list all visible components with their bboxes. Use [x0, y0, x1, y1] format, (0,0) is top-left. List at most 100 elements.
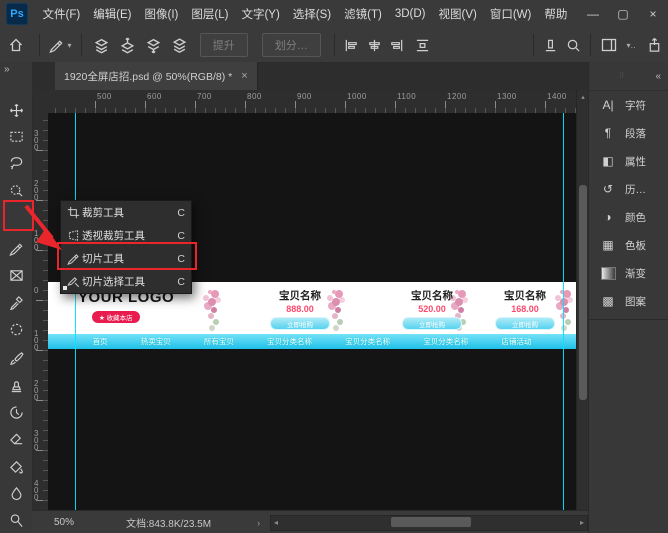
menu-window[interactable]: 窗口(W) — [483, 6, 538, 22]
promote-button[interactable]: 提升 — [200, 33, 248, 57]
photoshop-window: Ps 文件(F) 编辑(E) 图像(I) 图层(L) 文字(Y) 选择(S) 滤… — [0, 0, 668, 533]
bring-forward-icon[interactable] — [114, 34, 140, 56]
paint-bucket-tool[interactable] — [4, 454, 28, 478]
ruler-tick-label: 800 — [247, 92, 262, 101]
ruler-tick-label: 1400 — [547, 92, 567, 101]
move-tool[interactable] — [4, 98, 28, 122]
tool-preset-caret[interactable]: ▾ — [67, 41, 71, 50]
panel-tab-swatches[interactable]: ▦ 色板 — [589, 231, 668, 259]
horizontal-scroll-thumb[interactable] — [391, 517, 471, 527]
menu-item-slice-select-tool[interactable]: 切片选择工具 C — [61, 270, 191, 293]
object-selection-tool[interactable] — [4, 178, 28, 202]
product-card: 宝贝名称 520.00 立即抢购 — [387, 288, 477, 330]
lasso-tool[interactable] — [4, 150, 28, 174]
hide-auto-slices-icon[interactable] — [540, 34, 562, 56]
minimize-button[interactable]: — — [578, 2, 608, 26]
divide-button[interactable]: 划分… — [262, 33, 321, 57]
healing-brush-tool[interactable] — [4, 317, 28, 341]
align-right-icon[interactable] — [385, 34, 407, 56]
ruler-tick-label: 900 — [297, 92, 312, 101]
bring-to-front-icon[interactable] — [88, 34, 114, 56]
align-center-icon[interactable] — [363, 34, 385, 56]
history-brush-tool[interactable] — [4, 400, 28, 424]
horizontal-ruler: 50060070080090010001100120013001400 — [48, 90, 576, 114]
maximize-button[interactable]: ▢ — [608, 2, 638, 26]
ruler-tick-label: 1000 — [347, 92, 367, 101]
menu-3d[interactable]: 3D(D) — [388, 8, 432, 20]
guide-line-left — [75, 113, 76, 510]
align-left-icon[interactable] — [341, 34, 363, 56]
collapse-panels-icon[interactable]: « — [655, 71, 661, 82]
active-tool-icon[interactable]: ▾ — [46, 34, 75, 56]
horizontal-scrollbar[interactable]: ◂ ▸ — [270, 515, 588, 531]
marquee-tool[interactable] — [4, 124, 28, 148]
buy-now-button: 立即抢购 — [402, 317, 462, 330]
menu-help[interactable]: 帮助 — [538, 6, 574, 22]
menu-select[interactable]: 选择(S) — [286, 6, 337, 22]
perspective-crop-tool-icon — [65, 229, 82, 242]
panel-tab-history[interactable]: ↺ 历… — [589, 175, 668, 203]
menu-edit[interactable]: 编辑(E) — [87, 6, 138, 22]
nav-item: 宝贝分类名称 — [345, 336, 390, 347]
zoom-level-field[interactable]: 50% — [54, 517, 74, 528]
send-backward-icon[interactable] — [140, 34, 166, 56]
brush-tool[interactable] — [4, 346, 28, 370]
menu-layer[interactable]: 图层(L) — [185, 6, 235, 22]
document-tab[interactable]: 1920全屏店招.psd @ 50%(RGB/8) * × — [55, 62, 258, 90]
panel-tab-gradients[interactable]: 渐变 — [589, 259, 668, 287]
ruler-tick-label: 3 0 0 — [34, 130, 38, 151]
panel-tab-paragraph[interactable]: ¶ 段落 — [589, 119, 668, 147]
swatches-panel-icon: ▦ — [598, 237, 618, 253]
panel-tab-properties[interactable]: ◧ 属性 — [589, 147, 668, 175]
favorite-store-badge: ★ 收藏本店 — [92, 311, 140, 323]
zoom-icon[interactable] — [562, 34, 584, 56]
buy-now-button: 立即抢购 — [270, 317, 330, 330]
status-expander-icon[interactable]: › — [257, 518, 260, 528]
menu-item-perspective-crop-tool[interactable]: 透视裁剪工具 C — [61, 224, 191, 247]
menu-item-crop-tool[interactable]: 裁剪工具 C — [61, 201, 191, 224]
close-button[interactable]: × — [638, 2, 668, 26]
panel-tab-color[interactable]: ◑ 颜色 — [589, 203, 668, 231]
properties-panel-icon: ◧ — [598, 153, 618, 169]
guide-line-right — [563, 113, 564, 510]
flyout-corner-marker — [63, 286, 67, 290]
ruler-tick-label: 2 0 0 — [34, 380, 38, 401]
menu-view[interactable]: 视图(V) — [432, 6, 483, 22]
crop-tool-active[interactable] — [4, 236, 28, 260]
buy-now-button: 立即抢购 — [495, 317, 555, 330]
send-to-back-icon[interactable] — [167, 34, 193, 56]
frame-tool[interactable] — [4, 263, 28, 287]
product-card: 宝贝名称 168.00 立即抢购 — [480, 288, 570, 330]
blur-tool[interactable] — [4, 481, 28, 505]
overflow-caret-icon[interactable]: ▾‥ — [621, 34, 640, 56]
nav-item: 店铺活动 — [501, 336, 531, 347]
share-export-icon[interactable] — [641, 34, 668, 56]
panel-tab-patterns[interactable]: ▩ 图案 — [589, 287, 668, 315]
eraser-tool[interactable] — [4, 427, 28, 451]
home-icon[interactable] — [0, 34, 33, 56]
document-tab-bar: 1920全屏店招.psd @ 50%(RGB/8) * × — [32, 62, 588, 91]
toolbar-collapse[interactable]: » — [0, 62, 32, 90]
panel-tab-character[interactable]: A| 字符 — [589, 91, 668, 119]
clone-stamp-tool[interactable] — [4, 373, 28, 397]
eyedropper-tool[interactable] — [4, 290, 28, 314]
nav-item: 首页 — [93, 336, 108, 347]
canvas-area[interactable]: YOUR LOGO ★ 收藏本店 宝贝名称 888.00 立即抢购 宝贝名称 5… — [48, 113, 576, 510]
menu-item-slice-tool[interactable]: 切片工具 C — [61, 247, 191, 270]
scroll-left-icon[interactable]: ◂ — [274, 518, 278, 527]
distribute-icon[interactable] — [408, 34, 437, 56]
photoshop-logo: Ps — [6, 3, 28, 25]
menu-file[interactable]: 文件(F) — [36, 6, 87, 22]
menu-type[interactable]: 文字(Y) — [235, 6, 286, 22]
dock-grip[interactable]: ⠿ — [589, 72, 655, 80]
menu-filter[interactable]: 滤镜(T) — [338, 6, 389, 22]
dodge-tool[interactable] — [4, 508, 28, 532]
tab-close-icon[interactable]: × — [241, 70, 247, 82]
scroll-right-icon[interactable]: ▸ — [580, 518, 584, 527]
workspace-panel-icon[interactable] — [597, 34, 621, 56]
ruler-tick-label: 500 — [97, 92, 112, 101]
menu-image[interactable]: 图像(I) — [138, 6, 185, 22]
nav-item: 宝贝分类名称 — [267, 336, 312, 347]
vertical-scroll-thumb[interactable] — [579, 185, 587, 400]
document-tab-title: 1920全屏店招.psd @ 50%(RGB/8) * — [64, 69, 232, 84]
